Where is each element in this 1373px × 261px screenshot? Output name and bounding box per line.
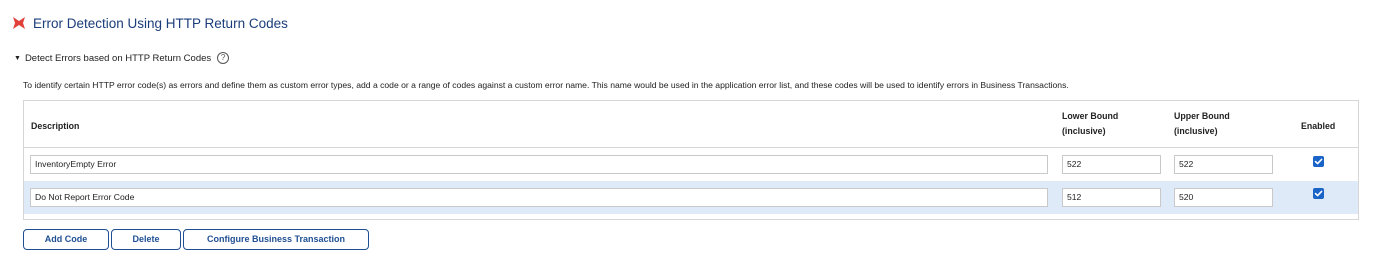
configure-business-transaction-button[interactable]: Configure Business Transaction — [183, 229, 369, 250]
table-row[interactable]: Do Not Report Error Code 512 520 — [24, 181, 1358, 214]
table-row[interactable]: InventoryEmpty Error 522 522 — [24, 148, 1358, 181]
description-input[interactable]: InventoryEmpty Error — [30, 155, 1048, 174]
caret-down-icon: ▼ — [14, 54, 21, 62]
lower-bound-input[interactable]: 522 — [1062, 155, 1161, 174]
upper-bound-input[interactable]: 520 — [1174, 188, 1273, 207]
question-circle-icon[interactable]: ? — [217, 52, 230, 64]
delete-button[interactable]: Delete — [111, 229, 181, 250]
lower-bound-input[interactable]: 512 — [1062, 188, 1161, 207]
column-header-description: Description — [31, 121, 80, 131]
column-header-lower-bound: Lower Bound (inclusive) — [1062, 109, 1118, 139]
error-codes-table: Description Lower Bound (inclusive) Uppe… — [23, 100, 1359, 220]
section-header: Error Detection Using HTTP Return Codes — [12, 12, 288, 34]
lower-bound-label: Lower Bound — [1062, 111, 1119, 121]
column-header-enabled: Enabled — [1301, 121, 1336, 131]
page-title: Error Detection Using HTTP Return Codes — [33, 15, 288, 31]
description-text: To identify certain HTTP error code(s) a… — [23, 80, 1069, 90]
enabled-checkbox[interactable] — [1313, 188, 1324, 199]
checkmark-icon — [1314, 158, 1323, 165]
column-header-upper-bound: Upper Bound (inclusive) — [1174, 109, 1230, 139]
upper-bound-sublabel: (inclusive) — [1174, 126, 1218, 136]
upper-bound-label: Upper Bound — [1174, 111, 1230, 121]
enabled-checkbox[interactable] — [1313, 156, 1324, 167]
detect-errors-toggle[interactable]: ▼ Detect Errors based on HTTP Return Cod… — [14, 51, 230, 65]
description-input[interactable]: Do Not Report Error Code — [30, 188, 1048, 207]
checkmark-icon — [1314, 190, 1323, 197]
section-label: Detect Errors based on HTTP Return Codes — [24, 52, 212, 64]
upper-bound-input[interactable]: 522 — [1174, 155, 1273, 174]
add-code-button[interactable]: Add Code — [23, 229, 109, 250]
bowtie-icon — [12, 16, 26, 30]
lower-bound-sublabel: (inclusive) — [1062, 126, 1106, 136]
